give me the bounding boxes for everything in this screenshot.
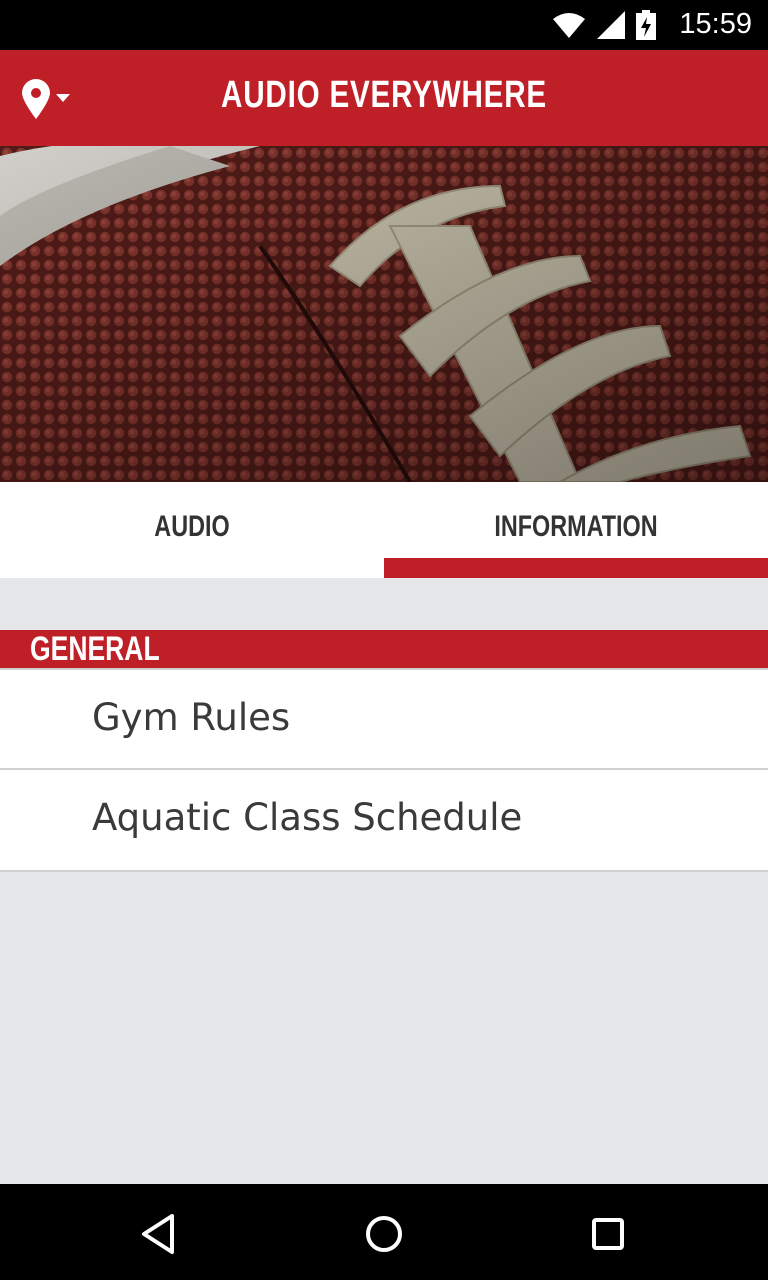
wifi-icon <box>553 13 585 38</box>
dropdown-arrow-icon <box>56 94 70 102</box>
tab-audio-label: AUDIO <box>154 510 230 543</box>
tab-information-label: INFORMATION <box>494 510 658 543</box>
content-area: GENERAL Gym Rules Aquatic Class Schedule <box>0 578 768 1184</box>
list-item-gym-rules[interactable]: Gym Rules <box>0 668 768 770</box>
recents-icon[interactable] <box>584 1210 632 1258</box>
signal-icon <box>597 11 625 39</box>
tab-audio[interactable]: AUDIO <box>0 482 384 578</box>
list-item-aquatic-class-schedule[interactable]: Aquatic Class Schedule <box>0 770 768 872</box>
list-item-label: Aquatic Class Schedule <box>92 796 523 839</box>
location-pin-icon <box>22 79 50 119</box>
info-list: Gym Rules Aquatic Class Schedule <box>0 668 768 872</box>
section-header: GENERAL <box>0 630 768 668</box>
location-selector-button[interactable] <box>22 76 92 122</box>
list-item-label: Gym Rules <box>92 696 291 739</box>
app-title: AUDIO EVERYWHERE <box>221 74 547 116</box>
status-bar: 15:59 <box>0 0 768 50</box>
battery-charging-icon <box>636 10 656 40</box>
tab-bar: AUDIO INFORMATION <box>0 482 768 578</box>
app-bar: AUDIO EVERYWHERE <box>0 50 768 146</box>
hero-image <box>0 146 768 482</box>
tab-selected-indicator <box>384 558 768 578</box>
back-icon[interactable] <box>136 1210 184 1258</box>
status-time: 15:59 <box>679 8 752 40</box>
home-icon[interactable] <box>360 1210 408 1258</box>
tab-information[interactable]: INFORMATION <box>384 482 768 578</box>
system-nav-bar <box>0 1184 768 1280</box>
status-icons <box>552 10 656 40</box>
section-title: GENERAL <box>30 630 160 668</box>
